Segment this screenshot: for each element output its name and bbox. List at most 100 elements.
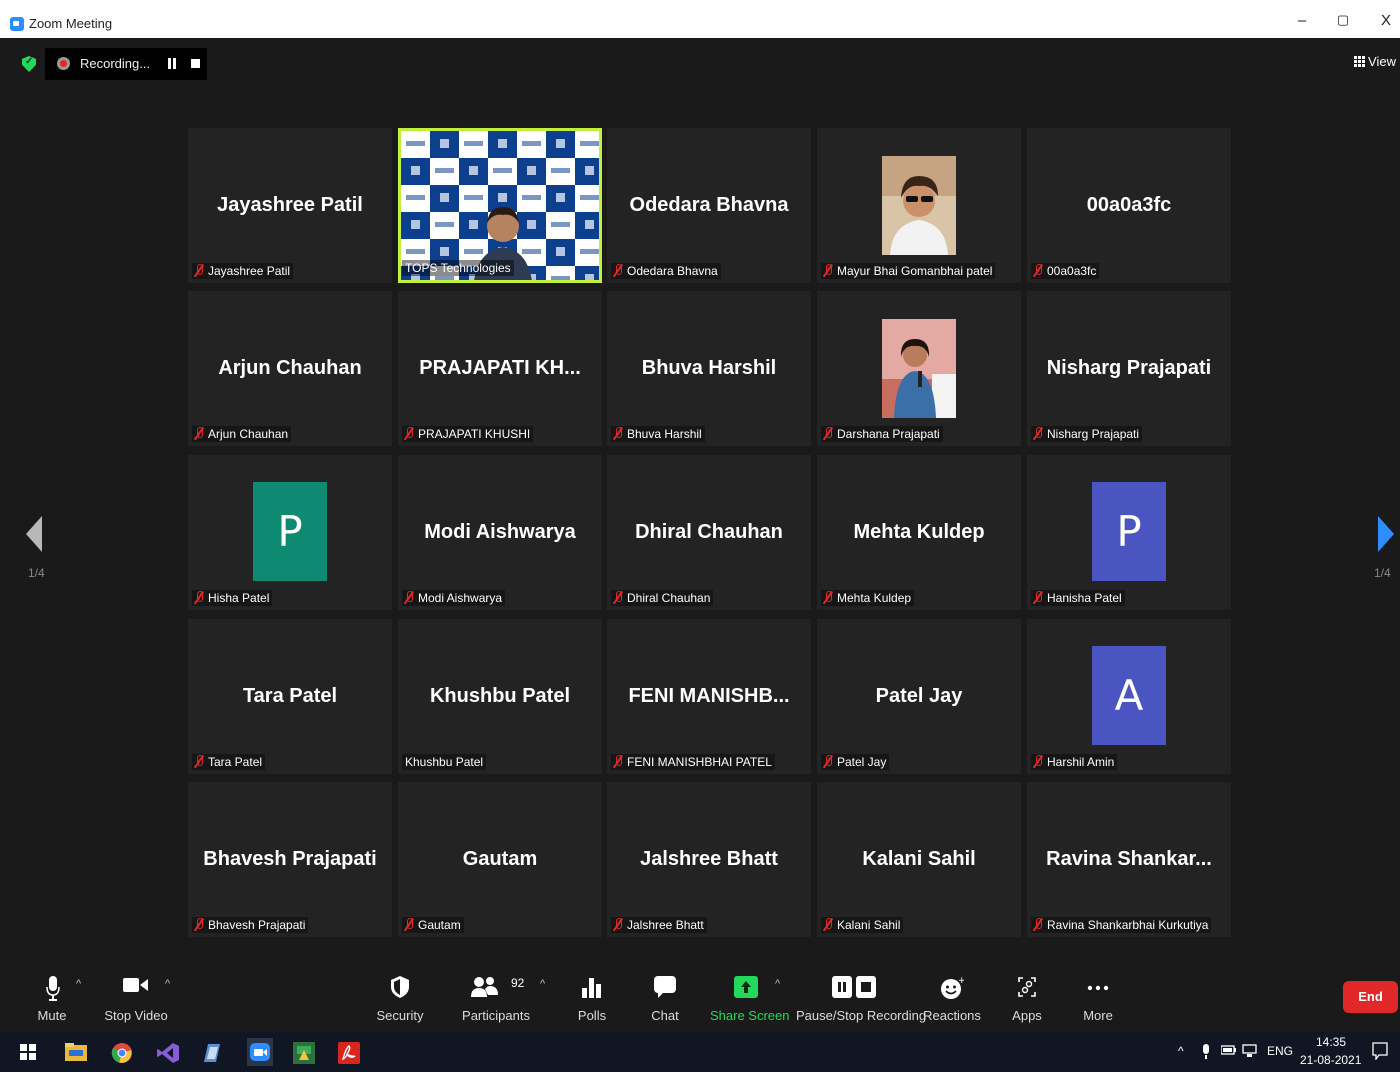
chrome-icon[interactable] <box>111 1042 133 1064</box>
next-page-arrow-icon[interactable] <box>1378 516 1394 552</box>
participant-tile[interactable]: Nisharg Prajapati Nisharg Prajapati <box>1027 291 1231 446</box>
close-button[interactable]: X <box>1376 12 1396 29</box>
polls-button[interactable]: Polls <box>570 966 614 1032</box>
file-explorer-icon[interactable] <box>65 1042 87 1064</box>
participant-tile[interactable]: Jalshree Bhatt Jalshree Bhatt <box>607 782 811 937</box>
video-options-caret-icon[interactable]: ^ <box>165 978 170 990</box>
reactions-button[interactable]: + Reactions <box>922 966 982 1032</box>
end-meeting-button[interactable]: End <box>1343 981 1398 1013</box>
muted-microphone-icon <box>1034 918 1042 931</box>
muted-microphone-icon <box>195 755 203 768</box>
participant-tile[interactable]: Dhiral Chauhan Dhiral Chauhan <box>607 455 811 610</box>
participant-tile[interactable]: Jayashree Patil Jayashree Patil <box>188 128 392 283</box>
acrobat-reader-icon[interactable] <box>338 1042 360 1064</box>
participant-name-text: Jayashree Patil <box>208 264 291 278</box>
notification-center-icon[interactable] <box>1372 1042 1388 1063</box>
encryption-shield-icon[interactable] <box>22 56 36 72</box>
participant-tile[interactable]: Odedara Bhavna Odedara Bhavna <box>607 128 811 283</box>
profile-photo <box>882 319 956 418</box>
participant-tile[interactable]: Mayur Bhai Gomanbhai patel <box>817 128 1021 283</box>
show-hidden-icons-chevron-icon[interactable]: ^ <box>1178 1044 1184 1058</box>
minimize-button[interactable]: – <box>1292 12 1312 29</box>
visual-studio-icon[interactable] <box>157 1042 179 1064</box>
zoom-taskbar-icon[interactable] <box>247 1038 273 1066</box>
view-button[interactable]: View <box>1354 54 1396 69</box>
windows-start-icon[interactable] <box>20 1044 42 1066</box>
participant-display-name: Arjun Chauhan <box>218 357 362 379</box>
participant-tile[interactable]: Patel Jay Patel Jay <box>817 619 1021 774</box>
more-button[interactable]: More <box>1076 966 1120 1032</box>
tray-microphone-icon[interactable] <box>1201 1044 1211 1063</box>
pause-stop-recording-icon <box>832 976 876 1003</box>
audio-options-caret-icon[interactable]: ^ <box>76 978 81 990</box>
share-options-caret-icon[interactable]: ^ <box>775 978 780 990</box>
participant-name-text: 00a0a3fc <box>1047 264 1097 278</box>
participant-tile[interactable]: Bhavesh Prajapati Bhavesh Prajapati <box>188 782 392 937</box>
network-icon[interactable] <box>1242 1044 1258 1061</box>
participant-tile[interactable]: Mehta Kuldep Mehta Kuldep <box>817 455 1021 610</box>
participant-name-label: 00a0a3fc <box>1031 263 1100 279</box>
participant-name-label: FENI MANISHBHAI PATEL <box>611 754 775 770</box>
grid-icon <box>1354 56 1366 67</box>
more-dots-icon <box>1087 978 1109 996</box>
participant-tile[interactable]: Bhuva Harshil Bhuva Harshil <box>607 291 811 446</box>
participant-display-name: Dhiral Chauhan <box>635 521 783 543</box>
participant-tile[interactable]: P Hisha Patel <box>188 455 392 610</box>
participant-tile[interactable]: P Hanisha Patel <box>1027 455 1231 610</box>
participant-tile[interactable]: Kalani Sahil Kalani Sahil <box>817 782 1021 937</box>
apps-button[interactable]: Apps <box>1005 966 1049 1032</box>
participant-tile[interactable]: Khushbu Patel Khushbu Patel <box>398 619 602 774</box>
windows-taskbar: ^ ENG 14:35 21-08-2021 <box>0 1032 1400 1072</box>
participant-name-label: Odedara Bhavna <box>611 263 721 279</box>
polls-label: Polls <box>577 1008 607 1023</box>
participant-name-text: Patel Jay <box>837 755 887 769</box>
zoom-logo-icon <box>10 17 24 31</box>
participant-tile[interactable]: Modi Aishwarya Modi Aishwarya <box>398 455 602 610</box>
participant-display-name: Mehta Kuldep <box>853 521 985 543</box>
muted-microphone-icon <box>195 591 203 604</box>
battery-icon[interactable] <box>1220 1044 1237 1059</box>
participant-name-label: Bhuva Harshil <box>611 426 705 442</box>
clock-time[interactable]: 14:35 <box>1316 1035 1346 1049</box>
maximize-button[interactable]: ▢ <box>1333 12 1353 28</box>
participant-tile[interactable]: Gautam Gautam <box>398 782 602 937</box>
participant-name-label: Bhavesh Prajapati <box>192 917 309 933</box>
participant-tile[interactable]: PRAJAPATI KH... PRAJAPATI KHUSHI <box>398 291 602 446</box>
participant-name-text: Nisharg Prajapati <box>1047 427 1140 441</box>
participants-button[interactable]: 92 Participants <box>458 966 534 1032</box>
participant-tile[interactable]: Darshana Prajapati <box>817 291 1021 446</box>
clock-date[interactable]: 21-08-2021 <box>1300 1053 1361 1067</box>
pause-stop-recording-button[interactable]: Pause/Stop Recording <box>796 966 926 1032</box>
pause-recording-icon[interactable] <box>167 58 177 69</box>
notes-app-icon[interactable] <box>202 1042 224 1064</box>
stop-video-button[interactable]: Stop Video <box>100 966 172 1032</box>
previous-page-arrow-icon[interactable] <box>26 516 42 552</box>
participants-icon <box>471 976 499 1003</box>
view-label: View <box>1368 54 1396 69</box>
participants-options-caret-icon[interactable]: ^ <box>540 978 545 990</box>
participant-display-name: FENI MANISHB... <box>628 685 790 707</box>
participant-tile[interactable]: A Harshil Amin <box>1027 619 1231 774</box>
participant-tile[interactable]: FENI MANISHB... FENI MANISHBHAI PATEL <box>607 619 811 774</box>
participant-tile[interactable]: TOPS Technologies <box>398 128 602 283</box>
participant-display-name: Tara Patel <box>242 685 338 707</box>
participant-name-text: PRAJAPATI KHUSHI <box>418 427 531 441</box>
participant-name-text: Kalani Sahil <box>837 918 901 932</box>
participant-name-text: Khushbu Patel <box>405 755 484 769</box>
participant-tile[interactable]: Arjun Chauhan Arjun Chauhan <box>188 291 392 446</box>
participant-name-text: Bhavesh Prajapati <box>208 918 306 932</box>
security-shield-icon <box>391 976 409 1003</box>
share-screen-button[interactable]: Share Screen <box>710 966 790 1032</box>
mute-button[interactable]: Mute <box>26 966 78 1032</box>
language-indicator[interactable]: ENG <box>1267 1044 1293 1058</box>
participant-name-text: FENI MANISHBHAI PATEL <box>627 755 772 769</box>
participant-tile[interactable]: Ravina Shankar... Ravina Shankarbhai Kurk… <box>1027 782 1231 937</box>
chat-button[interactable]: Chat <box>643 966 687 1032</box>
participant-display-name: Bhavesh Prajapati <box>203 848 377 870</box>
participant-tile[interactable]: 00a0a3fc 00a0a3fc <box>1027 128 1231 283</box>
participant-display-name: Jayashree Patil <box>217 194 363 216</box>
participant-tile[interactable]: Tara Patel Tara Patel <box>188 619 392 774</box>
security-button[interactable]: Security <box>370 966 430 1032</box>
remote-tool-icon[interactable] <box>293 1042 315 1064</box>
stop-recording-icon[interactable] <box>191 59 200 68</box>
